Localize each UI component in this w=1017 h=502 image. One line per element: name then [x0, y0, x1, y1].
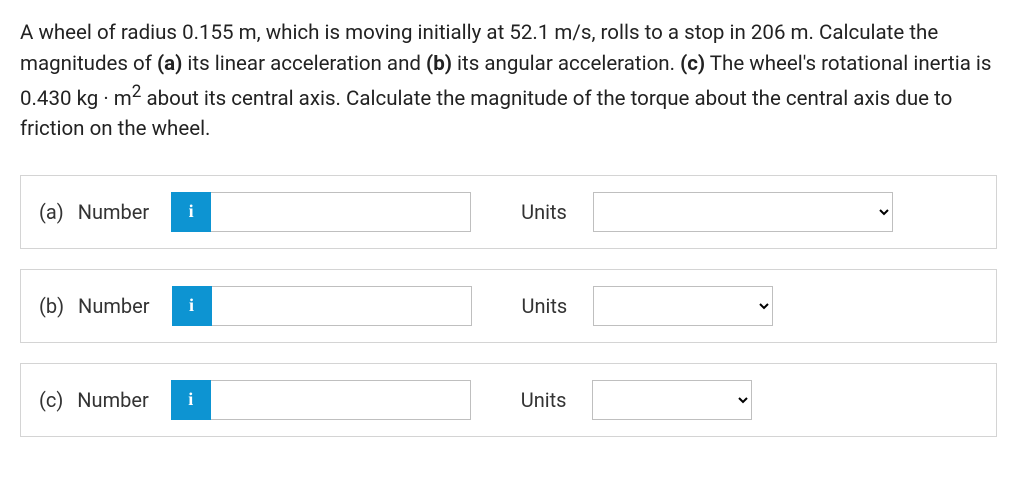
answer-row-b: (b) Number i Units — [20, 269, 997, 343]
units-label: Units — [521, 197, 567, 227]
answer-row-a: (a) Number i Units — [20, 175, 997, 249]
number-input-a[interactable] — [211, 192, 471, 232]
part-label: (c) — [39, 385, 63, 415]
number-label: Number — [78, 197, 149, 227]
info-icon[interactable]: i — [172, 286, 212, 326]
units-label: Units — [521, 385, 567, 415]
units-select-a[interactable] — [593, 192, 893, 232]
info-icon[interactable]: i — [171, 192, 211, 232]
answer-row-c: (c) Number i Units — [20, 363, 997, 437]
part-label: (a) — [39, 197, 64, 227]
part-label: (b) — [39, 291, 64, 321]
problem-statement: A wheel of radius 0.155 m, which is movi… — [20, 18, 997, 145]
units-select-c[interactable] — [592, 380, 752, 420]
units-label: Units — [522, 291, 568, 321]
number-input-b[interactable] — [212, 286, 472, 326]
info-icon[interactable]: i — [171, 380, 211, 420]
units-select-b[interactable] — [593, 286, 773, 326]
number-label: Number — [78, 291, 149, 321]
number-label: Number — [77, 385, 148, 415]
number-input-c[interactable] — [211, 380, 471, 420]
